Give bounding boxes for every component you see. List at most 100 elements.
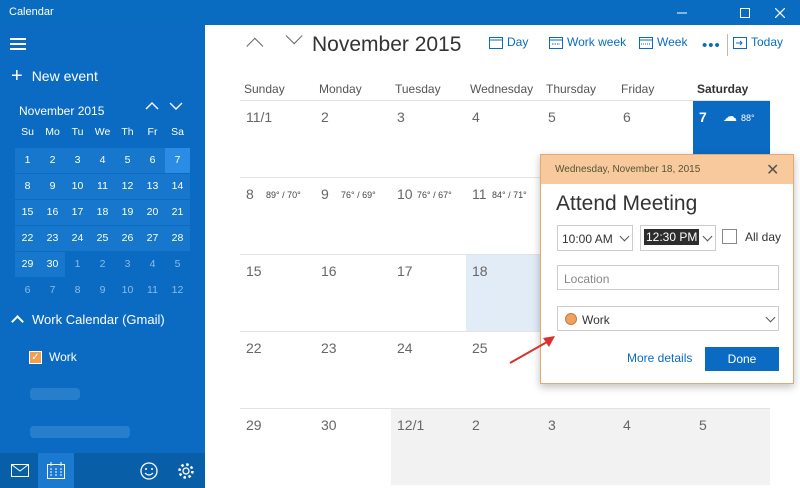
- day-cell[interactable]: 29: [240, 408, 317, 485]
- day-cell[interactable]: 11 84° / 71°: [466, 177, 543, 254]
- mini-calendar-day[interactable]: 13: [140, 174, 165, 199]
- mini-calendar-day[interactable]: 3: [65, 148, 90, 173]
- mini-calendar-day[interactable]: 4: [90, 148, 115, 173]
- day-cell[interactable]: 2: [315, 100, 392, 177]
- day-cell[interactable]: 4: [617, 408, 694, 485]
- all-day-checkbox[interactable]: [722, 229, 737, 244]
- day-cell[interactable]: 8 89° / 70°: [240, 177, 317, 254]
- mini-calendar-day[interactable]: 26: [115, 226, 140, 251]
- mini-calendar-day[interactable]: 4: [140, 252, 165, 277]
- mini-calendar-day[interactable]: 15: [15, 200, 40, 225]
- mini-calendar-day[interactable]: 10: [115, 278, 140, 303]
- more-options-button[interactable]: •••: [702, 37, 721, 54]
- blurred-calendar-item[interactable]: [30, 388, 80, 400]
- mini-calendar-title[interactable]: November 2015: [19, 104, 104, 118]
- day-cell[interactable]: 23: [315, 331, 392, 408]
- mini-calendar-day[interactable]: 3: [115, 252, 140, 277]
- calendar-button[interactable]: [38, 453, 74, 488]
- day-cell[interactable]: 18: [466, 254, 543, 331]
- work-week-view-button[interactable]: Work week: [549, 35, 626, 49]
- close-button[interactable]: [764, 0, 796, 25]
- mini-calendar-day[interactable]: 16: [40, 200, 65, 225]
- mini-calendar-day[interactable]: 17: [65, 200, 90, 225]
- today-button[interactable]: Today: [733, 35, 783, 49]
- maximize-button[interactable]: [729, 0, 761, 25]
- mini-calendar-day[interactable]: 5: [165, 252, 190, 277]
- work-calendar-checkbox[interactable]: ✓: [29, 351, 42, 364]
- mini-calendar-day[interactable]: 1: [65, 252, 90, 277]
- mini-calendar-day[interactable]: 30: [40, 252, 65, 277]
- mini-calendar-day[interactable]: 11: [140, 278, 165, 303]
- day-cell[interactable]: 3: [391, 100, 468, 177]
- feedback-button[interactable]: [131, 453, 167, 488]
- mini-calendar-day[interactable]: 23: [40, 226, 65, 251]
- mini-calendar-day[interactable]: 28: [165, 226, 190, 251]
- day-cell[interactable]: 9 76° / 69°: [315, 177, 392, 254]
- work-calendar-label: Work: [49, 350, 77, 364]
- day-cell[interactable]: 4: [466, 100, 543, 177]
- event-title-input[interactable]: Attend Meeting: [556, 192, 697, 216]
- day-cell[interactable]: 10 76° / 67°: [391, 177, 468, 254]
- chevron-down-icon[interactable]: [169, 101, 183, 111]
- mini-calendar-day[interactable]: 12: [165, 278, 190, 303]
- mini-calendar-day[interactable]: 9: [40, 174, 65, 199]
- start-time-select[interactable]: 10:00 AM: [557, 225, 633, 251]
- mini-calendar-day[interactable]: 9: [90, 278, 115, 303]
- minimize-button[interactable]: [666, 0, 698, 25]
- location-input[interactable]: Location: [557, 265, 779, 290]
- mail-button[interactable]: [2, 453, 38, 488]
- mini-calendar-day[interactable]: 24: [65, 226, 90, 251]
- day-cell[interactable]: 17: [391, 254, 468, 331]
- mini-calendar-day[interactable]: 7: [165, 148, 190, 173]
- new-event-button[interactable]: + New event: [11, 65, 98, 87]
- mini-calendar-day[interactable]: 6: [15, 278, 40, 303]
- mini-calendar-day[interactable]: 27: [140, 226, 165, 251]
- day-number: 3: [397, 109, 405, 125]
- mini-calendar-day[interactable]: 29: [15, 252, 40, 277]
- day-cell[interactable]: 22: [240, 331, 317, 408]
- end-time-select[interactable]: 12:30 PM: [640, 225, 716, 251]
- mini-calendar-day[interactable]: 10: [65, 174, 90, 199]
- day-cell[interactable]: 24: [391, 331, 468, 408]
- day-cell[interactable]: 3: [542, 408, 619, 485]
- mini-calendar-day[interactable]: 18: [90, 200, 115, 225]
- calendar-select[interactable]: Work: [557, 306, 779, 331]
- week-view-button[interactable]: Week: [639, 35, 687, 49]
- day-cell[interactable]: 5: [693, 408, 770, 485]
- chevron-up-icon[interactable]: [145, 101, 159, 111]
- mini-calendar-day[interactable]: 6: [140, 148, 165, 173]
- mini-calendar-day[interactable]: 2: [40, 148, 65, 173]
- day-number: 30: [321, 417, 337, 433]
- mini-calendar-day[interactable]: 2: [90, 252, 115, 277]
- settings-button[interactable]: [168, 453, 204, 488]
- mini-calendar-day[interactable]: 7: [40, 278, 65, 303]
- popup-close-icon[interactable]: ✕: [766, 160, 779, 180]
- mini-calendar-day[interactable]: 8: [65, 278, 90, 303]
- mini-calendar-day[interactable]: 14: [165, 174, 190, 199]
- blurred-calendar-item[interactable]: [30, 426, 130, 438]
- mini-calendar-day[interactable]: 12: [115, 174, 140, 199]
- day-cell[interactable]: 2: [466, 408, 543, 485]
- mini-calendar-day[interactable]: 5: [115, 148, 140, 173]
- weather-forecast: 88°: [741, 113, 755, 123]
- day-cell[interactable]: 12/1: [391, 408, 468, 485]
- day-cell[interactable]: 30: [315, 408, 392, 485]
- mini-calendar-day[interactable]: 21: [165, 200, 190, 225]
- done-button[interactable]: Done: [705, 347, 779, 371]
- mini-calendar-day[interactable]: 1: [15, 148, 40, 173]
- mini-calendar-day[interactable]: 22: [15, 226, 40, 251]
- previous-month-button[interactable]: [246, 34, 267, 55]
- next-month-button[interactable]: [282, 27, 303, 48]
- mini-calendar-day[interactable]: 19: [115, 200, 140, 225]
- more-details-link[interactable]: More details: [627, 351, 692, 365]
- day-cell[interactable]: 15: [240, 254, 317, 331]
- mini-calendar-day[interactable]: 11: [90, 174, 115, 199]
- day-cell[interactable]: 11/1: [240, 100, 317, 177]
- mini-calendar-day[interactable]: 20: [140, 200, 165, 225]
- mini-calendar-day[interactable]: 25: [90, 226, 115, 251]
- hamburger-menu-icon[interactable]: [10, 38, 26, 53]
- calendar-group-header[interactable]: Work Calendar (Gmail): [10, 312, 165, 328]
- day-cell[interactable]: 16: [315, 254, 392, 331]
- mini-calendar-day[interactable]: 8: [15, 174, 40, 199]
- day-view-button[interactable]: Day: [489, 35, 528, 49]
